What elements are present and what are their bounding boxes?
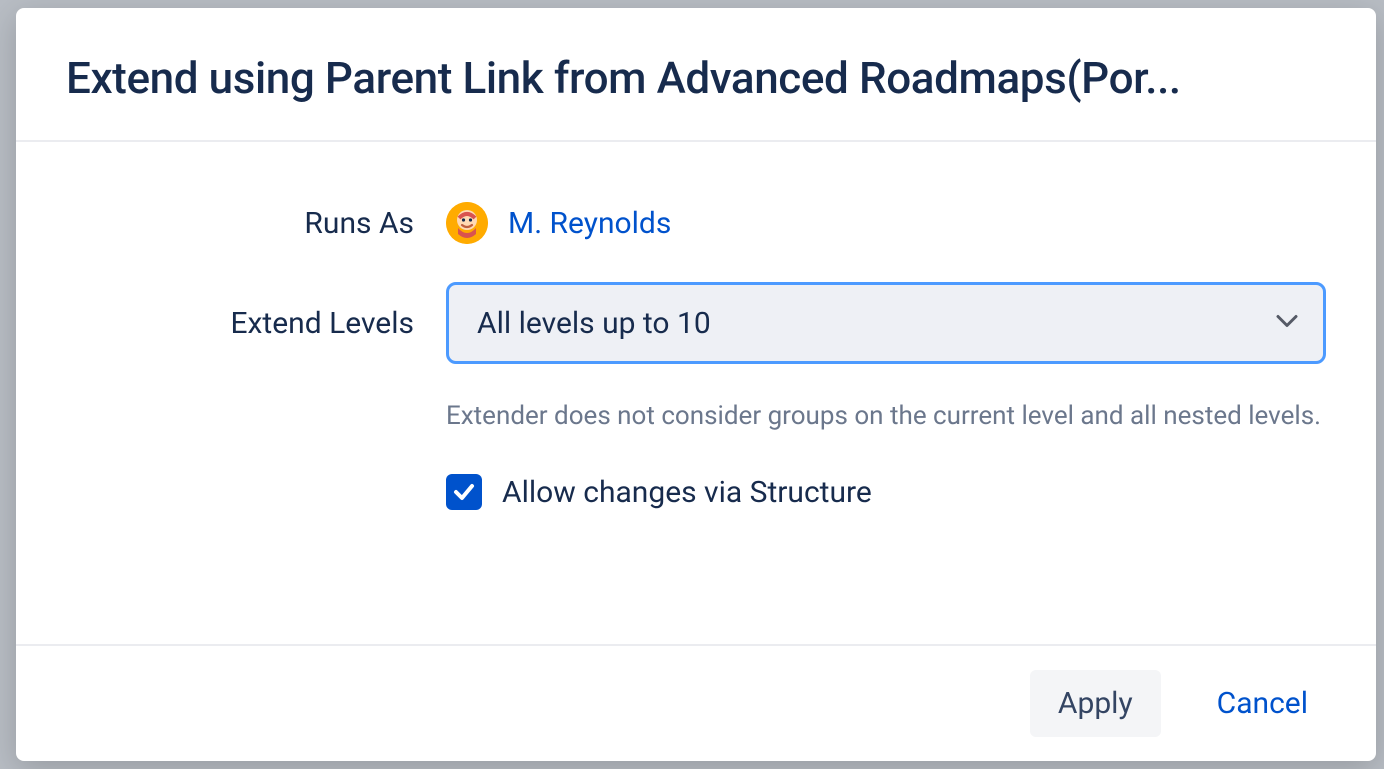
cancel-button[interactable]: Cancel: [1189, 670, 1336, 737]
apply-button[interactable]: Apply: [1030, 670, 1161, 737]
allow-changes-checkbox[interactable]: [446, 474, 482, 510]
runs-as-user-link[interactable]: M. Reynolds: [446, 202, 671, 244]
allow-changes-label[interactable]: Allow changes via Structure: [502, 475, 872, 510]
extend-levels-label: Extend Levels: [66, 306, 446, 341]
runs-as-row: Runs As M. Reynolds: [66, 202, 1326, 248]
extend-levels-help-text: Extender does not consider groups on the…: [446, 394, 1326, 438]
check-icon: [452, 480, 476, 504]
runs-as-user-name: M. Reynolds: [508, 206, 671, 241]
extend-levels-select[interactable]: All levels up to 10: [446, 282, 1326, 364]
modal-title: Extend using Parent Link from Advanced R…: [66, 52, 1326, 104]
extend-modal: Extend using Parent Link from Advanced R…: [16, 8, 1376, 761]
user-avatar-icon: [446, 202, 488, 244]
runs-as-label: Runs As: [66, 202, 446, 241]
modal-footer: Apply Cancel: [16, 644, 1376, 761]
extend-levels-row: Extend Levels All levels up to 10: [66, 282, 1326, 364]
modal-body: Runs As M. Reynolds: [16, 142, 1376, 644]
modal-header: Extend using Parent Link from Advanced R…: [16, 8, 1376, 142]
help-and-checkbox-row: Extender does not consider groups on the…: [66, 364, 1326, 510]
